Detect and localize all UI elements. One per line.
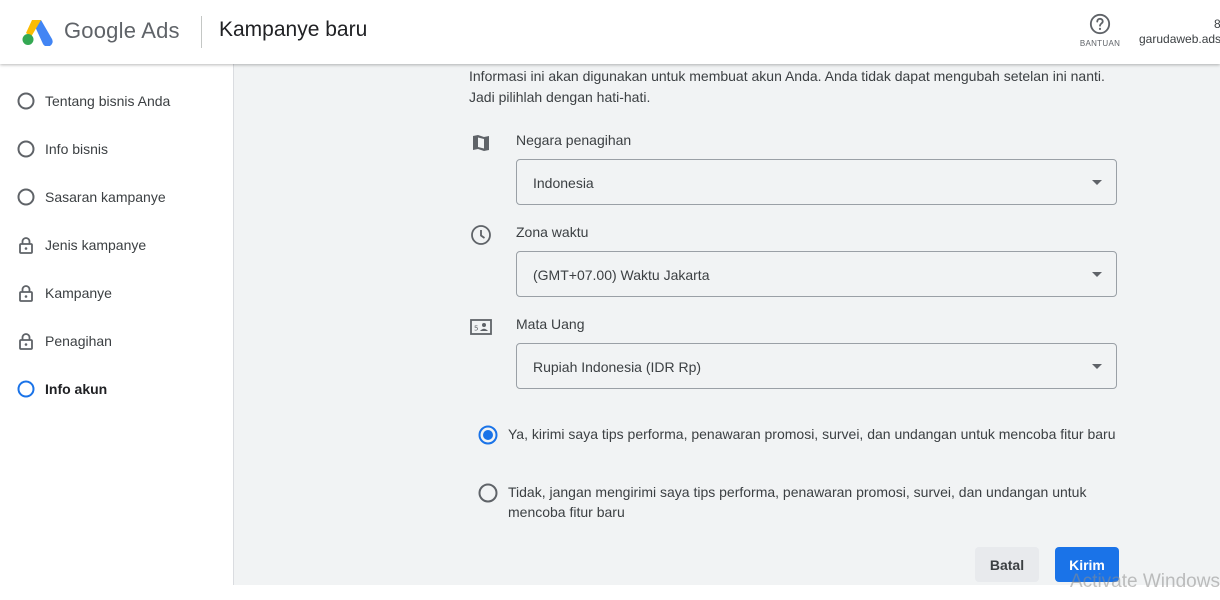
sidebar-item-jenis-kampanye[interactable]: Jenis kampanye bbox=[16, 233, 146, 257]
sidebar-item-label: Info akun bbox=[45, 381, 108, 397]
circle-outline-icon bbox=[16, 91, 36, 111]
clock-icon bbox=[470, 224, 492, 246]
circle-outline-icon bbox=[16, 187, 36, 207]
timezone-select[interactable]: (GMT+07.00) Waktu Jakarta bbox=[516, 251, 1117, 297]
dropdown-arrow-icon bbox=[1092, 364, 1102, 369]
sidebar-item-sasaran-kampanye[interactable]: Sasaran kampanye bbox=[16, 185, 166, 209]
dropdown-arrow-icon bbox=[1092, 180, 1102, 185]
help-button[interactable]: BANTUAN bbox=[1078, 13, 1122, 48]
opt-in-radio-yes[interactable]: Ya, kirimi saya tips performa, penawaran… bbox=[478, 424, 1118, 445]
sidebar-item-tentang-bisnis[interactable]: Tentang bisnis Anda bbox=[16, 89, 170, 113]
account-id-fragment: 8 bbox=[1214, 17, 1220, 31]
bottom-strip bbox=[0, 585, 1220, 600]
radio-checked-icon[interactable] bbox=[478, 425, 498, 445]
top-header: Google Ads Kampanye baru BANTUAN 8 garud… bbox=[0, 0, 1220, 64]
account-name[interactable]: garudaweb.ads bbox=[1139, 32, 1220, 46]
billing-country-select[interactable]: Indonesia bbox=[516, 159, 1117, 205]
page-title: Kampanye baru bbox=[219, 18, 368, 41]
sidebar-item-label: Jenis kampanye bbox=[45, 237, 147, 253]
sidebar-item-info-akun[interactable]: Info akun bbox=[16, 377, 107, 401]
lock-icon bbox=[16, 235, 36, 255]
sidebar-item-info-bisnis[interactable]: Info bisnis bbox=[16, 137, 108, 161]
sidebar-item-label: Kampanye bbox=[45, 285, 112, 301]
sidebar-item-label: Tentang bisnis Anda bbox=[45, 93, 171, 109]
intro-text: Informasi ini akan digunakan untuk membu… bbox=[469, 68, 1105, 105]
radio-label: Ya, kirimi saya tips performa, penawaran… bbox=[508, 426, 1116, 442]
radio-label: Tidak, jangan mengirimi saya tips perfor… bbox=[508, 484, 1087, 520]
svg-text:5: 5 bbox=[474, 325, 478, 333]
lock-icon bbox=[16, 331, 36, 351]
timezone-label: Zona waktu bbox=[516, 224, 589, 240]
dropdown-arrow-icon bbox=[1092, 272, 1102, 277]
sidebar-item-label: Sasaran kampanye bbox=[45, 189, 166, 205]
timezone-value: (GMT+07.00) Waktu Jakarta bbox=[533, 267, 710, 283]
sidebar-item-penagihan[interactable]: Penagihan bbox=[16, 329, 112, 353]
brand-name[interactable]: Google Ads bbox=[64, 18, 180, 44]
help-icon bbox=[1089, 13, 1111, 35]
windows-activation-watermark: Activate Windows bbox=[1070, 571, 1220, 592]
currency-value: Rupiah Indonesia (IDR Rp) bbox=[533, 359, 702, 375]
circle-outline-icon bbox=[16, 139, 36, 159]
circle-outline-icon bbox=[16, 379, 36, 399]
lock-icon bbox=[16, 283, 36, 303]
opt-in-radio-no[interactable]: Tidak, jangan mengirimi saya tips perfor… bbox=[478, 482, 1118, 522]
main-content: Informasi ini akan digunakan untuk membu… bbox=[234, 64, 1220, 585]
sidebar: Tentang bisnis Anda Info bisnis Sasaran … bbox=[0, 64, 234, 585]
help-label: BANTUAN bbox=[1079, 39, 1121, 48]
header-divider bbox=[201, 16, 202, 48]
billing-country-label: Negara penagihan bbox=[516, 132, 632, 148]
currency-icon: 5 bbox=[470, 316, 492, 338]
cancel-button[interactable]: Batal bbox=[975, 547, 1039, 582]
sidebar-item-label: Penagihan bbox=[45, 333, 112, 349]
currency-select[interactable]: Rupiah Indonesia (IDR Rp) bbox=[516, 343, 1117, 389]
sidebar-item-kampanye[interactable]: Kampanye bbox=[16, 281, 112, 305]
currency-label: Mata Uang bbox=[516, 316, 585, 332]
billing-country-value: Indonesia bbox=[533, 175, 594, 191]
sidebar-item-label: Info bisnis bbox=[45, 141, 109, 157]
map-icon bbox=[470, 132, 492, 154]
google-ads-logo-icon bbox=[22, 20, 53, 46]
radio-unchecked-icon[interactable] bbox=[478, 483, 498, 503]
